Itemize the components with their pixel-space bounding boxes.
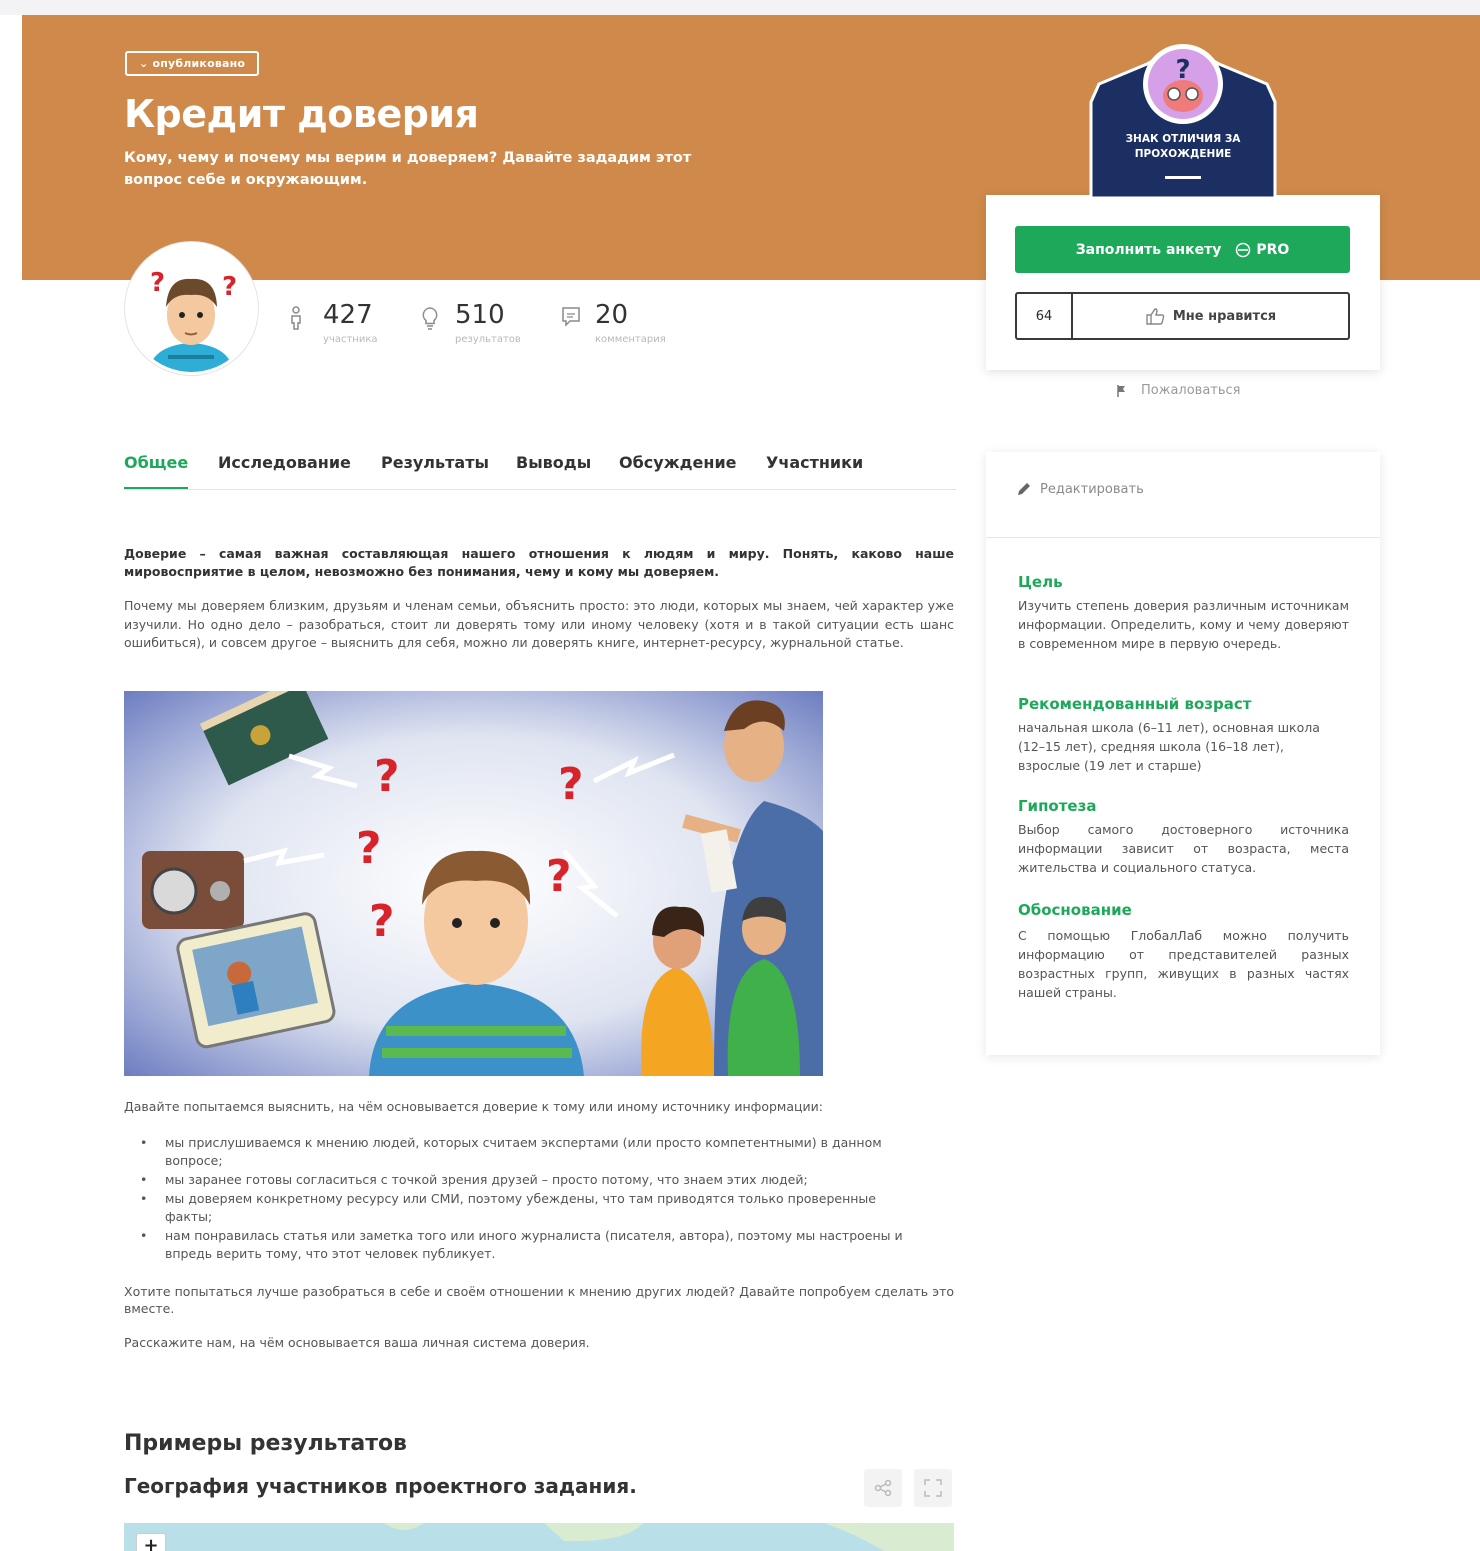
like-button[interactable]: 64 Мне нравится [1015, 292, 1350, 340]
list-item: нам понравилась статья или заметка того … [140, 1227, 920, 1263]
share-button[interactable] [864, 1469, 902, 1507]
svg-text:?: ? [222, 272, 237, 302]
thumbs-up-icon [1146, 308, 1165, 325]
report-link[interactable]: Пожаловаться [1117, 383, 1241, 398]
fullscreen-button[interactable] [914, 1469, 952, 1507]
body-paragraph: Почему мы доверяем близким, друзьям и чл… [124, 598, 954, 650]
page-subtitle: Кому, чему и почему мы верим и доверяем?… [124, 150, 692, 188]
card-divider [986, 537, 1380, 538]
goal-text: Изучить степень доверия различным источн… [1018, 598, 1349, 651]
pro-label: PRO [1256, 241, 1290, 258]
edit-link[interactable]: Редактировать [1016, 481, 1144, 497]
stat-value: 20 [595, 300, 629, 330]
status-label: опубликовано [152, 57, 246, 70]
project-illustration: ? ? ? ? ? [124, 691, 823, 1076]
fill-form-button[interactable]: Заполнить анкету PRO [1015, 226, 1350, 273]
fullscreen-icon [924, 1479, 942, 1497]
svg-text:?: ? [356, 823, 382, 874]
list-item: мы прислушиваемся к мнению людей, которы… [140, 1134, 920, 1170]
rationale-heading: Обоснование [1018, 901, 1132, 919]
rationale-text: С помощью ГлобалЛаб можно получить инфор… [1018, 928, 1349, 1000]
svg-text:?: ? [558, 759, 584, 810]
stat-label: комментария [595, 334, 666, 345]
report-label: Пожаловаться [1141, 383, 1241, 398]
page-title: Кредит доверия [124, 92, 479, 136]
tab-research[interactable]: Исследование [218, 453, 351, 472]
reasons-intro: Давайте попытаемся выяснить, на чём осно… [124, 1099, 823, 1114]
reasons-list: мы прислушиваемся к мнению людей, которы… [140, 1134, 920, 1264]
badge-shield-icon: ? [1089, 44, 1277, 200]
list-item: мы заранее готовы согласиться с точкой з… [140, 1171, 920, 1189]
like-label: Мне нравится [1172, 308, 1277, 324]
project-avatar: ? ? [125, 242, 258, 375]
map-zoom-in-button[interactable]: + [136, 1533, 166, 1551]
list-item: мы доверяем конкретному ресурсу или СМИ,… [140, 1190, 920, 1226]
body-paragraph: Хотите попытаться лучше разобраться в се… [124, 1284, 954, 1316]
trust-sources-illustration: ? ? ? ? ? [124, 691, 823, 1076]
pro-icon [1236, 242, 1251, 257]
tab-conclusions[interactable]: Выводы [516, 453, 591, 472]
hypothesis-heading: Гипотеза [1018, 797, 1097, 815]
map-title: География участников проектного задания. [124, 1474, 637, 1498]
status-badge: ⌄ опубликовано [125, 51, 260, 76]
stat-label: результатов [455, 334, 521, 345]
like-count: 64 [1017, 294, 1073, 338]
achievement-badge: ? ЗНАК ОТЛИЧИЯ ЗА ПРОХОЖДЕНИЕ [1089, 42, 1277, 200]
share-icon [874, 1479, 892, 1497]
stat-label: участника [323, 334, 378, 345]
tab-general[interactable]: Общее [124, 453, 188, 472]
participants-map[interactable] [124, 1523, 954, 1551]
edit-label: Редактировать [1040, 481, 1144, 497]
badge-label: ЗНАК ОТЛИЧИЯ ЗА ПРОХОЖДЕНИЕ [1125, 133, 1241, 160]
goal-heading: Цель [1018, 573, 1063, 591]
pencil-icon [1018, 483, 1030, 495]
active-tab-indicator [124, 487, 188, 489]
action-card [986, 195, 1380, 370]
tab-participants[interactable]: Участники [766, 453, 863, 472]
map-tiles [384, 1523, 954, 1551]
boy-avatar-illustration: ? ? [128, 245, 255, 372]
browser-top-strip [0, 0, 1480, 15]
like-label-wrap: Мне нравится [1073, 294, 1348, 338]
svg-text:?: ? [1175, 55, 1190, 85]
svg-text:?: ? [374, 751, 400, 802]
flag-icon [1117, 384, 1125, 397]
svg-text:?: ? [369, 896, 395, 947]
pro-tag: PRO [1235, 242, 1289, 258]
tab-results[interactable]: Результаты [381, 453, 489, 472]
body-paragraph: Расскажите нам, на чём основывается ваша… [124, 1335, 590, 1350]
project-tabs: Общее Исследование Результаты Выводы Обс… [124, 450, 956, 490]
comment-icon [561, 306, 581, 328]
fill-form-label: Заполнить анкету [1075, 241, 1222, 258]
svg-text:?: ? [150, 268, 165, 298]
hypothesis-text: Выбор самого достоверного источника инфо… [1018, 822, 1349, 875]
age-text: начальная школа (6–11 лет), основная шко… [1018, 720, 1320, 773]
person-icon [289, 306, 309, 330]
age-heading: Рекомендованный возраст [1018, 695, 1252, 713]
tab-discussion[interactable]: Обсуждение [619, 453, 737, 472]
stat-value: 510 [455, 300, 505, 330]
lead-paragraph: Доверие – самая важная составляющая наше… [124, 546, 954, 579]
lightbulb-icon [421, 306, 441, 330]
results-heading: Примеры результатов [124, 1431, 407, 1456]
stat-value: 427 [323, 300, 373, 330]
svg-text:?: ? [546, 851, 572, 902]
